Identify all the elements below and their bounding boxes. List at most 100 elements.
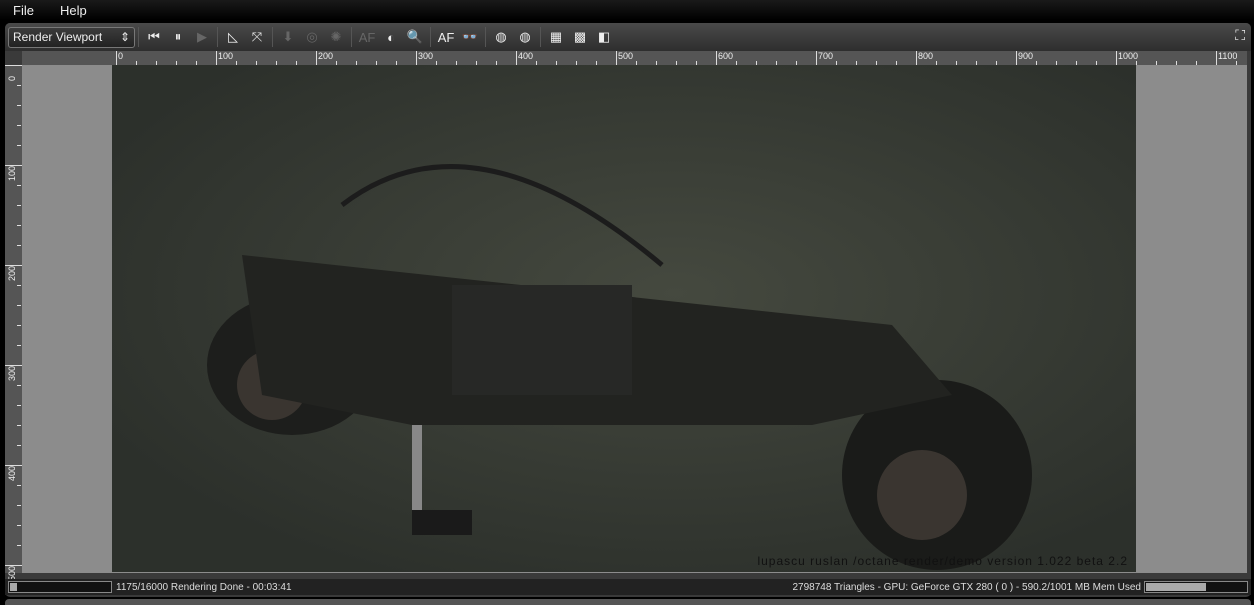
watermark: lupascu ruslan /octane render/demo versi… xyxy=(757,554,1128,568)
divider xyxy=(138,27,139,47)
alpha-split-button[interactable]: ◧ xyxy=(593,26,615,48)
vertical-ruler: 0 100 200 300 400 500 xyxy=(5,65,22,581)
zoom-pick-button[interactable]: 🔍 xyxy=(404,26,426,48)
ruler-tick xyxy=(316,51,317,65)
ruler-tick xyxy=(17,145,21,146)
horizontal-ruler: 0 100 200 300 400 500 600 700 800 900 1000 1100 xyxy=(22,51,1247,65)
ruler-tick xyxy=(17,225,21,226)
ruler-tick xyxy=(17,285,21,286)
pick-object-icon: ⬇ xyxy=(282,29,294,44)
pick-white-point-button[interactable]: ◐ xyxy=(380,26,402,48)
clay-render-button[interactable]: ◍ xyxy=(490,26,512,48)
zoom-pick-icon: 🔍 xyxy=(406,29,424,44)
clay-render-alt-icon: ◍ xyxy=(519,29,531,44)
stereo-glasses-button[interactable]: 👓 xyxy=(459,26,481,48)
gpu-status-text: 2798748 Triangles - GPU: GeForce GTX 280… xyxy=(792,581,1142,593)
ruler-tick xyxy=(17,405,21,406)
restart-button[interactable]: ⏮ xyxy=(143,26,165,48)
divider xyxy=(272,27,273,47)
ruler-label: 200 xyxy=(318,51,334,61)
divider xyxy=(430,27,431,47)
ruler-tick xyxy=(17,425,21,426)
ruler-tick xyxy=(17,545,21,546)
pick-material-icon: ◎ xyxy=(306,29,318,44)
ruler-tick xyxy=(17,345,21,346)
ruler-label: 700 xyxy=(818,51,834,61)
pick-object-button[interactable]: ⬇ xyxy=(277,26,299,48)
alpha-grey-icon: ▦ xyxy=(549,29,563,44)
restart-icon: ⏮ xyxy=(148,29,160,44)
ruler-tick xyxy=(916,51,917,65)
pick-light-button[interactable]: ✺ xyxy=(325,26,347,48)
pick-white-point-icon: ◐ xyxy=(387,29,395,45)
ruler-tick xyxy=(1016,51,1017,65)
autofocus-button[interactable]: AF xyxy=(435,26,457,48)
ruler-label: 1000 xyxy=(1118,51,1139,61)
ruler-tick xyxy=(1216,51,1217,65)
ruler-label: 0 xyxy=(118,51,124,61)
ruler-tick xyxy=(216,51,217,65)
clay-render-alt-button[interactable]: ◍ xyxy=(514,26,536,48)
fit-region-icon: ⤧ xyxy=(251,29,263,44)
ruler-label: 0 xyxy=(7,75,17,81)
ruler-tick xyxy=(17,385,21,386)
ruler-tick xyxy=(17,85,21,86)
ruler-tick xyxy=(17,505,21,506)
play-button[interactable]: ▶ xyxy=(191,26,213,48)
ruler-tick xyxy=(17,205,21,206)
ruler-tick xyxy=(17,485,21,486)
ruler-tick xyxy=(616,51,617,65)
ruler-tick xyxy=(17,325,21,326)
memory-usage-bar xyxy=(1144,581,1248,593)
alpha-checker-icon: ▩ xyxy=(573,29,587,44)
ruler-tick xyxy=(516,51,517,65)
ruler-tick xyxy=(17,125,21,126)
ruler-label: 400 xyxy=(518,51,534,61)
fullscreen-icon[interactable]: ⛶ xyxy=(1235,27,1245,44)
bottom-panel xyxy=(5,599,1251,605)
ruler-tick xyxy=(17,445,21,446)
pause-button[interactable]: ⏸ xyxy=(167,26,189,48)
ruler-tick xyxy=(17,185,21,186)
ruler-tick xyxy=(5,65,22,66)
ruler-label: 1100 xyxy=(1218,51,1238,61)
divider xyxy=(540,27,541,47)
ruler-label: 300 xyxy=(418,51,434,61)
pick-focus-button[interactable]: AF xyxy=(356,26,378,48)
ruler-label: 300 xyxy=(7,365,17,381)
ruler-label: 400 xyxy=(7,465,17,481)
autofocus-icon: AF xyxy=(437,29,455,45)
ruler-tick xyxy=(17,245,21,246)
play-icon: ▶ xyxy=(197,29,207,44)
alpha-grey-button[interactable]: ▦ xyxy=(545,26,567,48)
motorcycle-render xyxy=(207,164,1032,570)
stereo-glasses-icon: 👓 xyxy=(461,29,479,44)
ruler-tick xyxy=(17,105,21,106)
alpha-checker-button[interactable]: ▩ xyxy=(569,26,591,48)
view-select[interactable]: Render Viewport ⇕ xyxy=(8,26,135,48)
pause-icon: ⏸ xyxy=(174,29,182,44)
ruler-label: 100 xyxy=(7,165,17,181)
ruler-tick xyxy=(17,525,21,526)
render-image[interactable]: lupascu ruslan /octane render/demo versi… xyxy=(112,65,1136,572)
ruler-label: 100 xyxy=(218,51,234,61)
ruler-label: 900 xyxy=(1018,51,1034,61)
viewport[interactable]: lupascu ruslan /octane render/demo versi… xyxy=(22,65,1247,573)
divider xyxy=(485,27,486,47)
ruler-label: 800 xyxy=(918,51,934,61)
menu-file[interactable]: File xyxy=(0,3,47,18)
fit-region-button[interactable]: ⤧ xyxy=(246,26,268,48)
ruler-tick xyxy=(17,305,21,306)
ruler-tick xyxy=(716,51,717,65)
menu-help[interactable]: Help xyxy=(47,3,100,18)
toolbar: Render Viewport ⇕ ⏮ ⏸ ▶ ◺ ⤧ ⬇ ◎ ✺ AF ◐ 🔍 AF 👓 ◍ ◍ ▦ ▩ ◧ ⛶ xyxy=(5,23,1251,51)
divider xyxy=(351,27,352,47)
clay-render-icon: ◍ xyxy=(495,29,507,44)
pick-focus-icon: AF xyxy=(358,29,376,45)
pick-material-button[interactable]: ◎ xyxy=(301,26,323,48)
view-select-value: Render Viewport xyxy=(13,30,103,44)
render-progress-bar xyxy=(8,581,112,593)
ruler-tick xyxy=(116,51,117,65)
set-square-button[interactable]: ◺ xyxy=(222,26,244,48)
ruler-tick xyxy=(416,51,417,65)
